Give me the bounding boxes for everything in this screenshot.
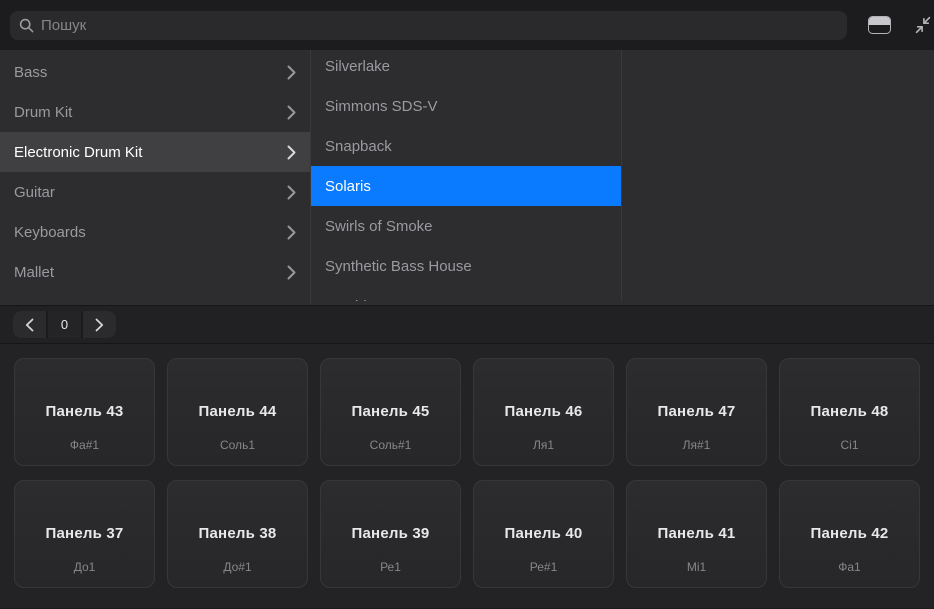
pad-title: Панель 43 [45, 403, 124, 420]
pad-note: Соль#1 [369, 438, 412, 452]
chevron-right-icon [287, 265, 296, 280]
topbar-icons [865, 11, 934, 39]
patch-label: Swirls of Smoke [325, 217, 433, 235]
pad-title: Панель 41 [657, 525, 736, 542]
pad-title: Панель 47 [657, 403, 736, 420]
pad-title: Панель 38 [198, 525, 277, 542]
octave-stepper: 0 [13, 311, 116, 338]
chevron-right-icon [287, 145, 296, 160]
category-item-drum-kit[interactable]: Drum Kit [0, 92, 310, 132]
chevron-right-icon [287, 105, 296, 120]
pad-note: Ре#1 [529, 560, 558, 574]
category-label: Bass [14, 63, 48, 81]
stepper-decrement-button[interactable] [13, 311, 46, 338]
pad-title: Панель 45 [351, 403, 430, 420]
keyboard-view-toggle-button[interactable] [865, 11, 893, 39]
chevron-left-icon [25, 318, 34, 331]
pad-title: Панель 42 [810, 525, 889, 542]
patch-item-synthetic-bass-house[interactable]: Synthetic Bass House [311, 246, 621, 286]
pad-41[interactable]: Панель 41 Мі1 [626, 480, 767, 588]
pad-title: Панель 46 [504, 403, 583, 420]
patch-item-synthie-clipped[interactable]: Synthie [311, 286, 621, 302]
category-item-keyboards[interactable]: Keyboards [0, 212, 310, 252]
category-label: Drum Kit [14, 103, 73, 121]
patch-label: Solaris [325, 177, 371, 195]
pad-40[interactable]: Панель 40 Ре#1 [473, 480, 614, 588]
patch-label: Snapback [325, 137, 392, 155]
browser-empty-pane [622, 50, 934, 305]
category-label: Electronic Drum Kit [14, 143, 143, 161]
pad-37[interactable]: Панель 37 До1 [14, 480, 155, 588]
patch-item-solaris[interactable]: Solaris [311, 166, 621, 206]
pad-note: Сі1 [840, 438, 859, 452]
search-input[interactable] [41, 16, 838, 34]
stepper-increment-button[interactable] [83, 311, 116, 338]
search-icon [19, 18, 34, 32]
pad-38[interactable]: Панель 38 До#1 [167, 480, 308, 588]
pad-row-lower: Панель 37 До1 Панель 38 До#1 Панель 39 Р… [14, 480, 920, 588]
pad-note: Ля#1 [682, 438, 711, 452]
pad-note: Мі1 [686, 560, 707, 574]
pad-42[interactable]: Панель 42 Фа1 [779, 480, 920, 588]
patch-label: Synthetic Bass House [325, 257, 472, 275]
pad-39[interactable]: Панель 39 Ре1 [320, 480, 461, 588]
pad-note: Соль1 [219, 438, 255, 452]
split-view-icon [867, 16, 891, 34]
pad-47[interactable]: Панель 47 Ля#1 [626, 358, 767, 466]
patch-label: Simmons SDS-V [325, 97, 438, 115]
chevron-right-icon [287, 185, 296, 200]
category-label: Guitar [14, 183, 55, 201]
sound-browser: Bass Drum Kit Electronic Drum Kit Guitar… [0, 50, 934, 305]
stepper-value: 0 [48, 311, 81, 338]
patch-list: Silverlake Simmons SDS-V Snapback Solari… [311, 50, 622, 301]
collapse-arrows-icon [915, 16, 931, 34]
category-list: Bass Drum Kit Electronic Drum Kit Guitar… [0, 50, 311, 305]
top-bar [0, 0, 934, 50]
pad-note: До#1 [223, 560, 252, 574]
octave-stepper-bar: 0 [0, 305, 934, 344]
pad-note: Ля1 [532, 438, 555, 452]
pad-row-upper: Панель 43 Фа#1 Панель 44 Соль1 Панель 45… [14, 358, 920, 466]
patch-item-simmons-sds-v[interactable]: Simmons SDS-V [311, 86, 621, 126]
patch-item-silverlake[interactable]: Silverlake [311, 50, 621, 86]
chevron-right-icon [287, 225, 296, 240]
category-label: Keyboards [14, 223, 86, 241]
search-field[interactable] [10, 10, 847, 40]
collapse-browser-button[interactable] [909, 11, 934, 39]
pad-title: Панель 44 [198, 403, 277, 420]
category-item-bass[interactable]: Bass [0, 52, 310, 92]
pad-note: Фа#1 [69, 438, 100, 452]
patch-item-snapback[interactable]: Snapback [311, 126, 621, 166]
pad-title: Панель 48 [810, 403, 889, 420]
category-item-mallet[interactable]: Mallet [0, 252, 310, 292]
pad-45[interactable]: Панель 45 Соль#1 [320, 358, 461, 466]
pad-48[interactable]: Панель 48 Сі1 [779, 358, 920, 466]
category-item-guitar[interactable]: Guitar [0, 172, 310, 212]
pad-46[interactable]: Панель 46 Ля1 [473, 358, 614, 466]
drum-pads-grid: Панель 43 Фа#1 Панель 44 Соль1 Панель 45… [0, 344, 934, 608]
pad-note: Ре1 [380, 560, 401, 574]
pad-note: До1 [73, 560, 96, 574]
patch-label: Silverlake [325, 57, 391, 75]
pad-title: Панель 37 [45, 525, 124, 542]
patch-item-swirls-of-smoke[interactable]: Swirls of Smoke [311, 206, 621, 246]
pad-44[interactable]: Панель 44 Соль1 [167, 358, 308, 466]
pad-43[interactable]: Панель 43 Фа#1 [14, 358, 155, 466]
chevron-right-icon [287, 65, 296, 80]
pad-note: Фа1 [838, 560, 861, 574]
category-label: Mallet [14, 263, 55, 281]
category-item-electronic-drum-kit[interactable]: Electronic Drum Kit [0, 132, 310, 172]
patch-label: Synthie [325, 298, 607, 302]
pad-title: Панель 40 [504, 525, 583, 542]
pad-title: Панель 39 [351, 525, 430, 542]
chevron-right-icon [95, 318, 104, 331]
